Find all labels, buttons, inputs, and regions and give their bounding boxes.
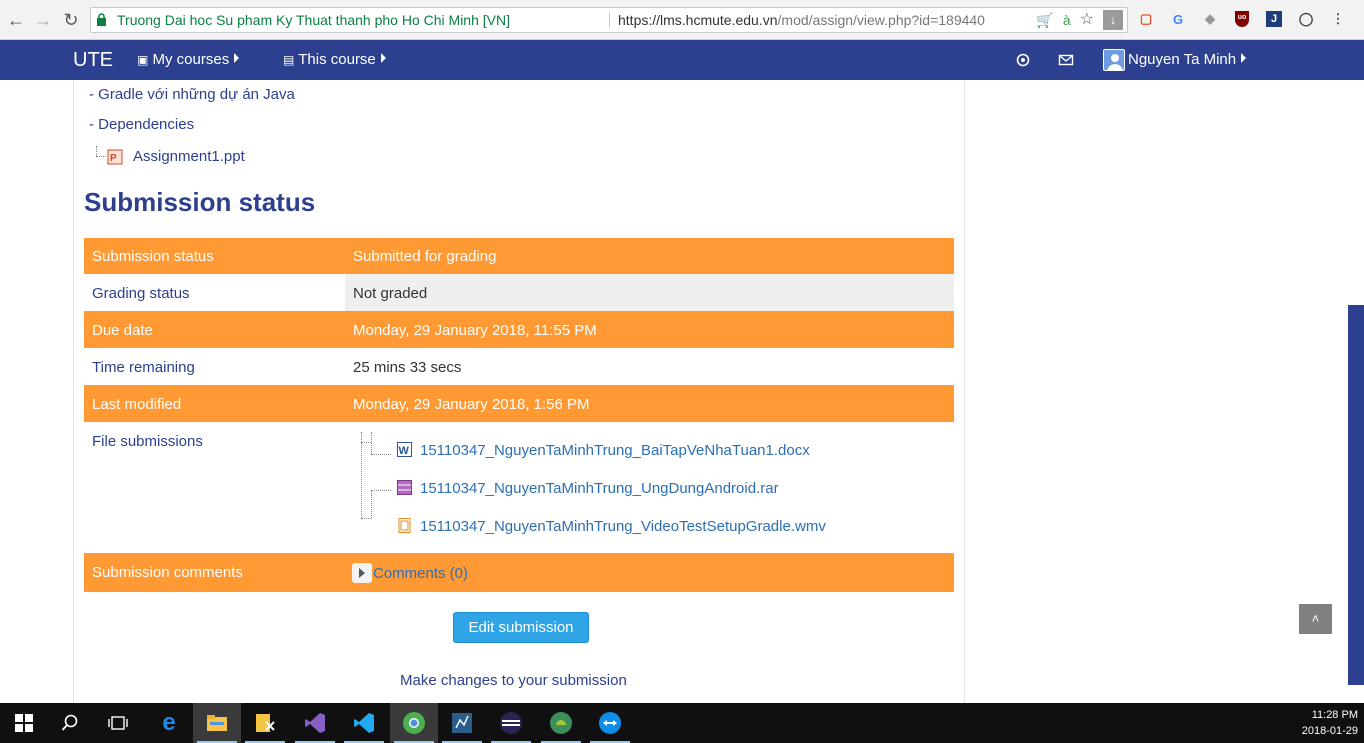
video-file-icon — [398, 518, 411, 533]
due-date-value: Monday, 29 January 2018, 11:55 PM — [353, 322, 597, 339]
android-studio-icon[interactable] — [537, 703, 585, 743]
comments-link[interactable]: Comments (0) — [373, 565, 468, 582]
reload-icon[interactable]: ↻ — [60, 9, 82, 31]
db-tool-icon[interactable] — [241, 703, 289, 743]
site-identity: Truong Dai hoc Su pham Ky Thuat thanh ph… — [117, 12, 510, 28]
powerpoint-file-icon: P — [107, 149, 123, 165]
archive-file-icon — [397, 480, 412, 495]
table-row-submission-comments: Submission comments Comments (0) — [84, 553, 954, 592]
scrollbar-thumb[interactable] — [1348, 305, 1364, 685]
book-icon: ▤ — [283, 53, 295, 67]
tampermonkey-icon[interactable]: ◯ — [1296, 9, 1316, 29]
cart-extension-icon[interactable]: 🛒 — [1036, 8, 1053, 32]
main-content: - Gradle với những dự án Java - Dependen… — [0, 80, 1348, 703]
chrome-browser-icon[interactable] — [390, 703, 438, 743]
ublock-icon[interactable]: uo — [1232, 9, 1252, 29]
back-icon[interactable]: ← — [5, 9, 27, 31]
table-row-submission-status: Submission status Submitted for grading — [84, 238, 954, 274]
vscode-icon[interactable] — [340, 703, 388, 743]
search-icon[interactable] — [46, 703, 94, 743]
bookmark-star-icon[interactable]: ☆ — [1080, 8, 1094, 32]
my-courses-menu[interactable]: ▣ My courses — [137, 51, 240, 68]
tree-link-gradle[interactable]: - Gradle với những dự án Java — [89, 86, 295, 103]
caret-right-icon — [1241, 53, 1247, 63]
download-icon[interactable]: ↓ — [1103, 10, 1123, 30]
chevron-up-icon: ˄ — [1311, 611, 1320, 626]
table-row-time-remaining: Time remaining 25 mins 33 secs — [84, 348, 954, 385]
this-course-menu[interactable]: ▤ This course — [283, 51, 386, 68]
file-link-wmv[interactable]: 15110347_NguyenTaMinhTrung_VideoTestSetu… — [420, 518, 826, 535]
extension-icon[interactable]: ◆ — [1200, 9, 1220, 29]
expand-comments-icon[interactable] — [352, 563, 372, 583]
table-row-due-date: Due date Monday, 29 January 2018, 11:55 … — [84, 311, 954, 348]
edge-browser-icon[interactable]: e — [145, 703, 193, 743]
tree-link-dependencies[interactable]: - Dependencies — [89, 116, 194, 133]
file-link-rar[interactable]: 15110347_NguyenTaMinhTrung_UngDungAndroi… — [420, 480, 779, 497]
svg-text:W: W — [399, 445, 410, 457]
briefcase-icon: ▣ — [137, 53, 149, 67]
edit-submission-button[interactable]: Edit submission — [453, 612, 589, 643]
jira-icon[interactable]: J — [1264, 9, 1284, 29]
back-to-top-button[interactable]: ˄ — [1299, 604, 1332, 634]
visual-studio-icon[interactable] — [291, 703, 339, 743]
system-clock[interactable]: 11:28 PM 2018-01-29 — [1302, 707, 1358, 739]
mysql-workbench-icon[interactable] — [438, 703, 486, 743]
site-brand[interactable]: UTE — [73, 49, 113, 72]
browser-toolbar: ← → ↻ Truong Dai hoc Su pham Ky Thuat th… — [0, 0, 1364, 40]
notification-icon[interactable] — [1015, 52, 1031, 68]
edit-help-text: Make changes to your submission — [400, 672, 627, 689]
last-modified-value: Monday, 29 January 2018, 1:56 PM — [353, 396, 590, 413]
time-remaining-value: 25 mins 33 secs — [353, 359, 462, 376]
windows-start-icon[interactable] — [0, 703, 48, 743]
url-text: https://lms.hcmute.edu.vn/mod/assign/vie… — [618, 12, 985, 28]
word-file-icon: W — [397, 442, 412, 457]
office-icon[interactable]: ▢ — [1136, 9, 1156, 29]
messages-icon[interactable] — [1058, 52, 1074, 68]
forward-icon[interactable]: → — [32, 9, 54, 31]
assignment-file-link[interactable]: Assignment1.ppt — [133, 148, 245, 165]
caret-right-icon — [234, 53, 240, 63]
page-title: Submission status — [84, 187, 316, 217]
page-scrollbar[interactable] — [1348, 80, 1364, 703]
submission-status-value: Submitted for grading — [353, 248, 497, 265]
taskbar: e 11:28 PM 2018-01-29 — [0, 703, 1364, 743]
teamviewer-icon[interactable] — [586, 703, 634, 743]
file-explorer-icon[interactable] — [193, 703, 241, 743]
svg-text:P: P — [110, 153, 117, 164]
site-navbar: UTE ▣ My courses ▤ This course Nguyen Ta… — [0, 40, 1364, 80]
file-link-docx[interactable]: 15110347_NguyenTaMinhTrung_BaiTapVeNhaTu… — [420, 442, 810, 459]
grading-status-value: Not graded — [353, 285, 428, 302]
translate-extension-icon[interactable]: à — [1063, 8, 1071, 32]
user-menu[interactable]: Nguyen Ta Minh — [1128, 51, 1247, 68]
table-row-grading-status: Grading status Not graded — [84, 274, 954, 311]
table-row-last-modified: Last modified Monday, 29 January 2018, 1… — [84, 385, 954, 422]
avatar[interactable] — [1103, 49, 1125, 71]
eclipse-icon[interactable] — [487, 703, 535, 743]
caret-right-icon — [380, 53, 386, 63]
task-view-icon[interactable] — [94, 703, 142, 743]
address-bar[interactable]: Truong Dai hoc Su pham Ky Thuat thanh ph… — [90, 7, 1128, 33]
google-translate-icon[interactable]: G — [1168, 9, 1188, 29]
chrome-menu-icon[interactable]: ⋮ — [1328, 9, 1348, 29]
lock-icon — [97, 13, 106, 26]
